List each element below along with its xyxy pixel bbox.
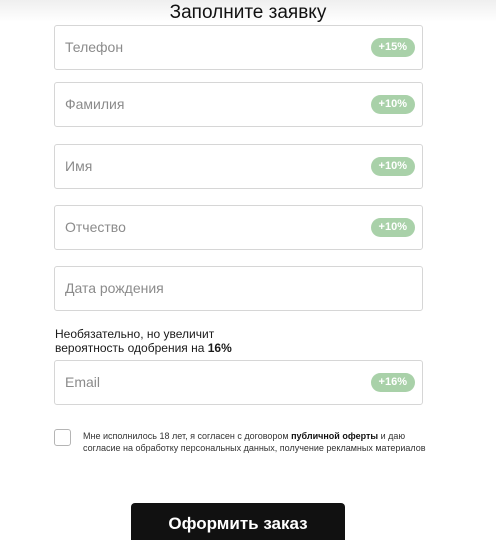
birth-date-field[interactable]: Дата рождения — [54, 266, 423, 311]
patronymic-placeholder: Отчество — [65, 219, 126, 235]
patronymic-bonus-badge: +10% — [370, 218, 415, 237]
birth-date-placeholder: Дата рождения — [65, 280, 164, 296]
patronymic-field[interactable]: Отчество +10% — [54, 205, 423, 250]
optional-note: Необязательно, но увеличит вероятность о… — [55, 327, 355, 355]
public-offer-link[interactable]: публичной оферты — [291, 431, 378, 441]
phone-field[interactable]: Телефон +15% — [54, 25, 423, 70]
optional-note-prefix: вероятность одобрения на — [55, 341, 208, 355]
last-name-bonus-badge: +10% — [370, 95, 415, 114]
optional-note-value: 16% — [207, 341, 232, 355]
email-field[interactable]: Email +16% — [54, 360, 423, 405]
email-bonus-badge: +16% — [370, 373, 415, 392]
last-name-field[interactable]: Фамилия +10% — [54, 82, 423, 127]
optional-note-line1: Необязательно, но увеличит — [55, 327, 215, 341]
phone-bonus-badge: +15% — [370, 38, 415, 57]
consent-prefix: Мне исполнилось 18 лет, я согласен с дог… — [83, 431, 292, 441]
first-name-placeholder: Имя — [65, 158, 93, 174]
form-title: Заполните заявку — [169, 2, 327, 23]
phone-placeholder: Телефон — [65, 39, 124, 55]
first-name-field[interactable]: Имя +10% — [54, 144, 423, 189]
first-name-bonus-badge: +10% — [370, 157, 415, 176]
email-placeholder: Email — [65, 374, 101, 390]
optional-note-line2: вероятность одобрения на 16% — [55, 341, 355, 355]
submit-order-button[interactable]: Оформить заказ — [131, 503, 345, 540]
consent-text: Мне исполнилось 18 лет, я согласен с дог… — [83, 431, 428, 454]
consent-checkbox[interactable] — [54, 429, 71, 446]
last-name-placeholder: Фамилия — [65, 96, 125, 112]
